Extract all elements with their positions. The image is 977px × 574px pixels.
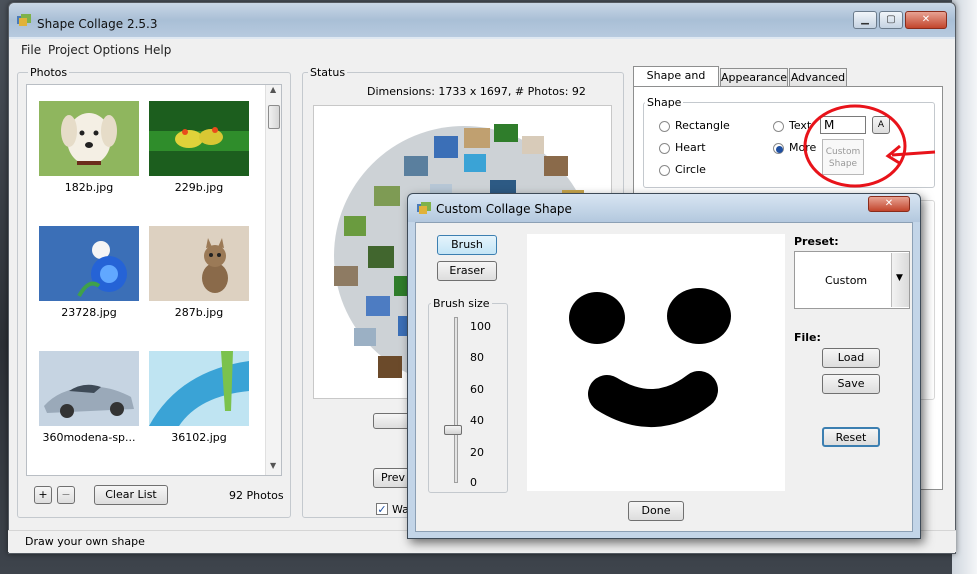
tick-label: 40 — [470, 414, 484, 427]
brush-size-track[interactable] — [454, 317, 458, 483]
brush-button[interactable]: Brush — [437, 235, 497, 255]
photo-name: 360modena-sp... — [42, 431, 136, 444]
tick-label: 80 — [470, 351, 484, 364]
maximize-button[interactable]: ▢ — [879, 11, 903, 29]
close-button[interactable]: ✕ — [905, 11, 947, 29]
app-icon — [17, 14, 31, 26]
brush-size-label: Brush size — [431, 297, 492, 310]
shape-label: Shape — [645, 96, 684, 109]
scroll-up-icon: ▲ — [270, 85, 277, 94]
brush-size-group — [428, 303, 508, 493]
status-label: Status — [308, 66, 348, 79]
frog-image — [149, 101, 249, 176]
menu-project[interactable]: Project — [48, 43, 89, 57]
tick-label: 100 — [470, 320, 491, 333]
photo-list-scrollbar[interactable]: ▲ ▼ — [265, 85, 281, 475]
photo-name: 23728.jpg — [61, 306, 117, 319]
abstract-blue-image — [149, 351, 249, 426]
photo-name: 36102.jpg — [171, 431, 227, 444]
tick-label: 60 — [470, 383, 484, 396]
radio-heart-label: Heart — [675, 141, 706, 154]
close-icon: ✕ — [884, 198, 894, 209]
photo-name: 287b.jpg — [174, 306, 224, 319]
tab-advanced[interactable]: Advanced — [789, 68, 847, 86]
save-button[interactable]: Save — [822, 374, 880, 394]
smiley-drawing — [569, 288, 731, 428]
radio-circle[interactable] — [659, 165, 670, 176]
minimize-icon: ▁ — [861, 14, 869, 25]
radio-more[interactable] — [773, 143, 784, 154]
reset-button[interactable]: Reset — [822, 427, 880, 447]
custom-shape-dialog: Custom Collage Shape ✕ Brush Eraser Brus… — [407, 193, 921, 539]
brush-size-slider-thumb[interactable] — [444, 425, 462, 436]
photo-name: 182b.jpg — [64, 181, 114, 194]
dialog-title: Custom Collage Shape — [436, 202, 572, 216]
title-bar: Shape Collage 2.5.3 ▁ ▢ ✕ — [9, 3, 955, 37]
remove-photo-button[interactable]: − — [57, 486, 75, 504]
file-label: File: — [794, 331, 821, 344]
add-photo-button[interactable]: + — [34, 486, 52, 504]
window-title: Shape Collage 2.5.3 — [37, 17, 158, 31]
done-button[interactable]: Done — [628, 501, 684, 521]
eraser-button[interactable]: Eraser — [437, 261, 497, 281]
kitten-image — [149, 226, 249, 301]
check-icon: ✓ — [377, 503, 387, 516]
minimize-button[interactable]: ▁ — [853, 11, 877, 29]
preset-label: Preset: — [794, 235, 839, 248]
preset-dropdown-button[interactable]: ▼ — [891, 253, 909, 307]
photo-name: 229b.jpg — [174, 181, 224, 194]
photo-thumbnail[interactable] — [149, 101, 249, 176]
tab-shape-and-size[interactable]: Shape and Size — [633, 66, 719, 100]
photos-label: Photos — [28, 66, 70, 79]
photo-thumbnail[interactable] — [39, 101, 139, 176]
radio-text[interactable] — [773, 121, 784, 132]
load-button[interactable]: Load — [822, 348, 880, 368]
radio-circle-label: Circle — [675, 163, 706, 176]
blue-rose-image — [39, 226, 139, 301]
close-icon: ✕ — [921, 14, 931, 25]
collage-dimensions: Dimensions: 1733 x 1697, # Photos: 92 — [367, 85, 586, 98]
dialog-body: Brush Eraser Brush size 100 80 60 40 20 … — [415, 222, 913, 532]
preset-value: Custom — [825, 274, 868, 287]
photo-thumbnail[interactable] — [149, 351, 249, 426]
menu-help[interactable]: Help — [144, 43, 171, 57]
tick-label: 0 — [470, 476, 477, 489]
car-image — [39, 351, 139, 426]
watermark-checkbox[interactable]: ✓ — [376, 503, 388, 515]
drawing-canvas[interactable] — [527, 234, 785, 491]
radio-heart[interactable] — [659, 143, 670, 154]
tab-appearance[interactable]: Appearance — [720, 68, 788, 86]
photo-thumbnail[interactable] — [39, 226, 139, 301]
radio-rectangle-label: Rectangle — [675, 119, 730, 132]
red-circle-annotation — [803, 104, 936, 188]
dialog-app-icon — [417, 202, 431, 214]
status-text: Draw your own shape — [25, 535, 145, 548]
chevron-down-icon: ▼ — [896, 273, 903, 283]
dialog-close-button[interactable]: ✕ — [868, 196, 910, 212]
menu-options[interactable]: Options — [93, 43, 139, 57]
maximize-icon: ▢ — [886, 14, 896, 25]
tick-label: 20 — [470, 446, 484, 459]
preset-dropdown[interactable]: Custom ▼ — [794, 251, 910, 309]
clear-list-button[interactable]: Clear List — [94, 485, 168, 505]
menu-file[interactable]: File — [21, 43, 41, 57]
scroll-down-icon: ▼ — [270, 461, 277, 470]
photo-thumbnail[interactable] — [149, 226, 249, 301]
photo-thumbnail[interactable] — [39, 351, 139, 426]
dialog-title-bar: Custom Collage Shape ✕ — [408, 194, 920, 222]
photo-count: 92 Photos — [229, 489, 284, 502]
dog-image — [39, 101, 139, 176]
scrollbar-thumb[interactable] — [268, 105, 280, 129]
radio-rectangle[interactable] — [659, 121, 670, 132]
